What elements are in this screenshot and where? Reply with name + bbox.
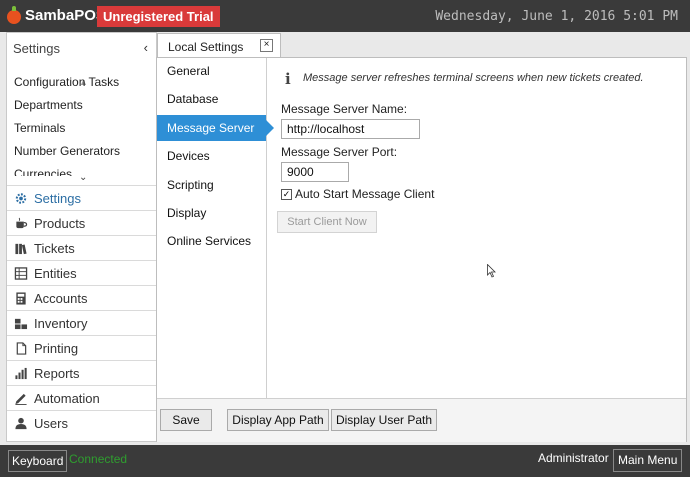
gear-icon (15, 193, 27, 204)
submenu-label: Online Services (167, 234, 252, 248)
nav-label: Inventory (34, 316, 88, 331)
submenu-scripting[interactable]: Scripting (157, 172, 266, 198)
display-app-path-button[interactable]: Display App Path (227, 409, 329, 431)
config-item-configuration-tasks[interactable]: Configuration Tasks (14, 75, 119, 89)
submenu-display[interactable]: Display (157, 200, 266, 226)
config-item-terminals[interactable]: Terminals (14, 121, 65, 135)
sambapos-logo-icon (7, 6, 21, 24)
nav-item-entities[interactable]: Entities (7, 260, 156, 286)
submenu-general[interactable]: General (157, 58, 266, 84)
chevron-down-icon[interactable]: ⌄ (79, 172, 87, 183)
config-item-number-generators[interactable]: Number Generators (14, 144, 120, 158)
nav-label: Printing (34, 341, 79, 356)
nav-item-tickets[interactable]: Tickets (7, 235, 156, 261)
submenu-message-server[interactable]: Message Server (157, 115, 274, 141)
submenu-label: General (167, 64, 210, 78)
nav-label: Users (34, 416, 68, 431)
config-item-currencies[interactable]: Currencies (14, 167, 72, 176)
server-port-label: Message Server Port: (281, 145, 398, 159)
table-icon (14, 267, 28, 280)
server-name-input[interactable] (281, 119, 420, 139)
submenu-database[interactable]: Database (157, 86, 266, 112)
pen-icon (15, 393, 27, 405)
mouse-cursor-icon (487, 264, 496, 278)
display-user-path-button[interactable]: Display User Path (331, 409, 437, 431)
submenu-label: Scripting (167, 178, 214, 192)
submenu-label: Message Server (167, 121, 255, 135)
trial-badge[interactable]: Unregistered Trial (97, 6, 220, 27)
top-bar: SambaPOS Unregistered Trial Wednesday, J… (0, 0, 690, 32)
status-bar: Keyboard Connected Administrator Main Me… (0, 445, 690, 477)
server-port-input[interactable] (281, 162, 349, 182)
nav-label: Products (34, 216, 86, 231)
current-user: Administrator (538, 451, 609, 465)
left-panel: Settings ‹ ▲ Configuration Tasks Departm… (6, 32, 157, 442)
keyboard-button[interactable]: Keyboard (8, 450, 68, 472)
server-name-label: Message Server Name: (281, 102, 408, 116)
save-button[interactable]: Save (160, 409, 212, 431)
cup-icon (16, 217, 28, 229)
info-icon: i (285, 70, 291, 88)
nav-item-inventory[interactable]: Inventory (7, 310, 156, 336)
close-icon[interactable]: × (260, 39, 273, 52)
nav-label: Automation (34, 391, 100, 406)
inventory-icon (14, 318, 28, 330)
left-panel-header: Settings ‹ (7, 33, 156, 61)
user-icon (15, 417, 27, 430)
main-menu-button[interactable]: Main Menu (613, 449, 683, 472)
start-client-button[interactable]: Start Client Now (277, 211, 377, 233)
auto-start-label: Auto Start Message Client (295, 187, 435, 201)
connection-status: Connected (69, 452, 128, 466)
calculator-icon (16, 292, 26, 305)
nav-item-reports[interactable]: Reports (7, 360, 156, 386)
tab-label: Local Settings (168, 40, 244, 54)
nav-item-automation[interactable]: Automation (7, 385, 156, 411)
tab-local-settings[interactable]: Local Settings × (157, 33, 281, 58)
nav-item-products[interactable]: Products (7, 210, 156, 236)
document-icon (16, 342, 27, 355)
app-title: SambaPOS (25, 7, 106, 24)
collapse-icon[interactable]: ‹ (144, 40, 148, 55)
submenu-online-services[interactable]: Online Services (157, 228, 266, 254)
nav-item-printing[interactable]: Printing (7, 335, 156, 361)
submenu-label: Database (167, 92, 219, 106)
left-panel-title: Settings (13, 41, 60, 56)
nav-label: Accounts (34, 291, 88, 306)
nav-item-users[interactable]: Users (7, 410, 156, 436)
nav-label: Entities (34, 266, 77, 281)
config-item-departments[interactable]: Departments (14, 98, 83, 112)
settings-content: General Database Message Server Devices … (156, 57, 687, 442)
nav-label: Tickets (34, 241, 75, 256)
nav-item-settings[interactable]: Settings (7, 185, 156, 211)
nav-label: Reports (34, 366, 80, 381)
datetime: Wednesday, June 1, 2016 5:01 PM (435, 9, 678, 24)
submenu-label: Display (167, 206, 207, 220)
auto-start-checkbox[interactable]: ✓ (281, 189, 292, 200)
bar-chart-icon (15, 367, 27, 380)
books-icon (15, 243, 27, 255)
nav-item-accounts[interactable]: Accounts (7, 285, 156, 311)
info-message: Message server refreshes terminal screen… (303, 72, 644, 84)
bottom-toolbar: Save Display App Path Display User Path (157, 398, 686, 442)
nav-label: Settings (34, 191, 81, 206)
settings-submenu: General Database Message Server Devices … (157, 58, 274, 398)
submenu-label: Devices (167, 149, 210, 163)
submenu-devices[interactable]: Devices (157, 143, 266, 169)
